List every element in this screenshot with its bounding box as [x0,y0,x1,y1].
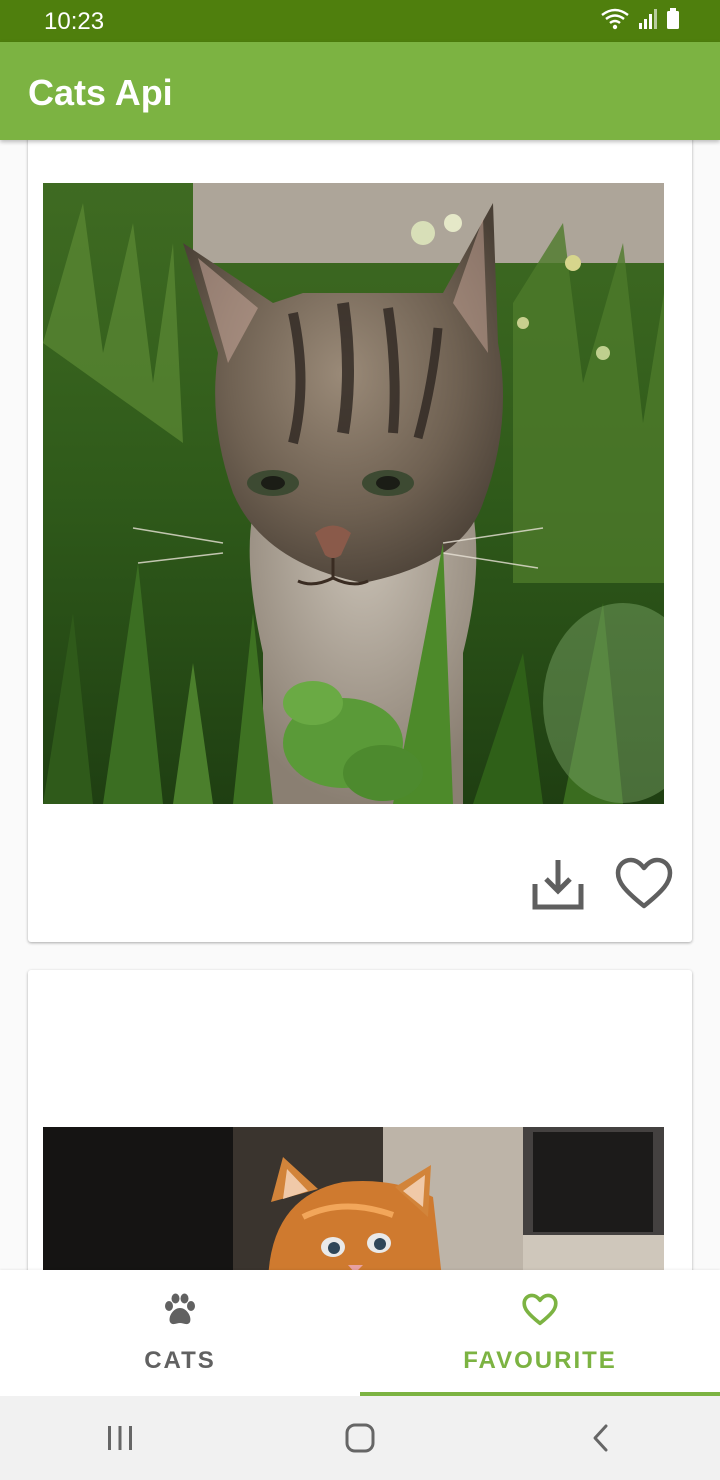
status-time: 10:23 [44,8,105,35]
cat-feed[interactable] [0,140,720,1270]
card-actions [528,854,674,914]
signal-icon [638,8,658,35]
app-bar: Cats Api [0,42,720,140]
favourite-button[interactable] [614,854,674,914]
home-button[interactable] [320,1408,400,1468]
tab-label: FAVOURITE [463,1347,617,1374]
system-nav-bar [0,1396,720,1480]
app-title: Cats Api [28,72,173,113]
status-bar: 10:23 [0,0,720,42]
paw-icon [162,1290,198,1330]
back-icon [593,1424,608,1452]
tab-favourite[interactable]: FAVOURITE [360,1270,720,1396]
recent-apps-icon [108,1426,132,1450]
wifi-icon [600,8,630,35]
heart-outline-icon [521,1290,559,1330]
cat-photo [43,183,664,804]
download-button[interactable] [528,854,588,914]
tab-label: CATS [144,1347,216,1374]
status-icons [600,7,680,35]
recent-apps-button[interactable] [80,1408,160,1468]
cat-card [28,140,692,942]
cat-photo [43,1127,664,1270]
download-icon [532,860,584,910]
home-icon [345,1423,375,1453]
app-root: 10:23 Cats Api CATS FAVOURITE [0,0,720,1480]
back-button[interactable] [560,1408,640,1468]
battery-icon [666,7,680,35]
cat-card [28,970,692,1270]
bottom-tab-bar: CATS FAVOURITE [0,1270,720,1396]
tab-cats[interactable]: CATS [0,1270,360,1396]
heart-outline-icon [615,857,673,909]
